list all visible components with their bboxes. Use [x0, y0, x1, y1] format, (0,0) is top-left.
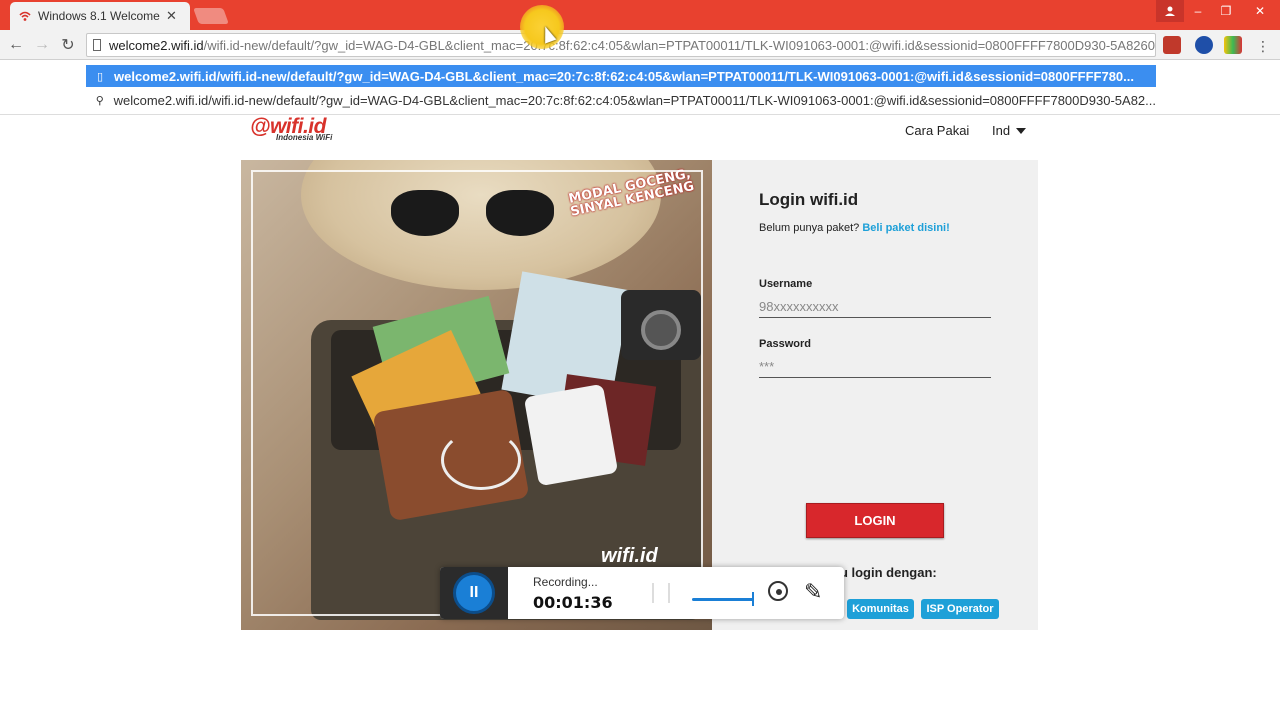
logo-subtitle: Indonesia WiFi: [276, 133, 333, 142]
extension-globe-icon[interactable]: [1195, 36, 1213, 54]
close-window-button[interactable]: ✕: [1240, 0, 1280, 22]
webpage: @wifi.id Indonesia WiFi Cara Pakai Ind M…: [0, 115, 1280, 720]
screen-recorder-toolbar: II Recording... 00:01:36 ✎: [440, 567, 844, 619]
password-input[interactable]: ***: [759, 356, 991, 378]
suggestion-text: welcome2.wifi.id/wifi.id-new/default/?gw…: [113, 92, 1156, 108]
nav-cara-pakai[interactable]: Cara Pakai: [905, 123, 969, 138]
wifi-favicon-icon: [18, 9, 32, 23]
volume-slider[interactable]: [692, 598, 754, 601]
page-icon: ▯: [96, 70, 104, 83]
omnibox-suggestions: ▯ welcome2.wifi.id/wifi.id-new/default/?…: [0, 61, 1280, 115]
recording-timer: 00:01:36: [533, 593, 613, 612]
new-tab-button[interactable]: [193, 8, 229, 24]
chevron-down-icon: [1016, 127, 1027, 134]
community-login-button[interactable]: Komunitas: [847, 599, 914, 619]
login-title: Login wifi.id: [759, 190, 859, 209]
browser-toolbar: ← → ↻ welcome2.wifi.id/wifi.id-new/defau…: [0, 30, 1280, 60]
url-path: /wifi.id-new/default/?gw_id=WAG-D4-GBL&c…: [203, 37, 1155, 53]
username-input[interactable]: 98xxxxxxxxxx: [759, 296, 991, 318]
password-label: Password: [759, 338, 811, 350]
pen-icon[interactable]: ✎: [804, 579, 822, 605]
promo-photo: MODAL GOCENG, SINYAL KENCENG wifi.id: [241, 160, 712, 630]
recorder-pause-area: II: [440, 567, 508, 619]
window-controls: – ❐ ✕: [1156, 0, 1280, 22]
login-card: MODAL GOCENG, SINYAL KENCENG wifi.id Log…: [241, 160, 1038, 630]
user-profile-icon[interactable]: [1156, 0, 1184, 22]
webcam-icon[interactable]: [768, 581, 788, 601]
reload-icon[interactable]: ↻: [58, 35, 78, 55]
language-label: Ind: [992, 123, 1011, 138]
suggestion-text: welcome2.wifi.id/wifi.id-new/default/?gw…: [114, 68, 1134, 84]
isp-operator-login-button[interactable]: ISP Operator: [921, 599, 999, 619]
login-button[interactable]: LOGIN: [806, 503, 944, 538]
back-arrow-icon[interactable]: ←: [6, 35, 26, 55]
tab-close-icon[interactable]: ✕: [166, 8, 177, 24]
wifi-id-logo[interactable]: @wifi.id Indonesia WiFi: [250, 115, 360, 145]
login-subtitle: Belum punya paket? Beli paket disini!: [759, 222, 1019, 234]
url-host: welcome2.wifi.id: [108, 37, 204, 53]
address-bar[interactable]: welcome2.wifi.id/wifi.id-new/default/?gw…: [86, 33, 1156, 57]
page-info-icon[interactable]: [93, 39, 101, 51]
drag-handle-icon[interactable]: [652, 583, 670, 603]
search-icon: ⚲: [95, 94, 104, 107]
tab-title: Windows 8.1 Welcome P: [38, 9, 160, 23]
restore-button[interactable]: ❐: [1212, 0, 1240, 22]
buy-package-link[interactable]: Beli paket disini!: [862, 222, 949, 234]
browser-tab[interactable]: Windows 8.1 Welcome P ✕: [10, 2, 190, 30]
browser-titlebar: Windows 8.1 Welcome P ✕ – ❐ ✕: [0, 0, 1280, 30]
photo-frame: [251, 170, 703, 616]
browser-menu-icon[interactable]: ⋮: [1256, 38, 1270, 55]
recording-status: Recording...: [533, 575, 598, 589]
suggestion-item[interactable]: ⚲ welcome2.wifi.id/wifi.id-new/default/?…: [86, 89, 1156, 111]
username-field: Username 98xxxxxxxxxx: [759, 278, 991, 318]
password-field: Password ***: [759, 338, 991, 378]
minimize-button[interactable]: –: [1184, 0, 1212, 22]
username-label: Username: [759, 278, 813, 290]
pause-button[interactable]: II: [453, 572, 495, 614]
extension-v-icon[interactable]: [1224, 36, 1242, 54]
extension-group-icon[interactable]: [1163, 36, 1181, 54]
forward-arrow-icon[interactable]: →: [32, 35, 52, 55]
login-form: Login wifi.id Belum punya paket? Beli pa…: [759, 190, 1019, 619]
suggestion-item[interactable]: ▯ welcome2.wifi.id/wifi.id-new/default/?…: [86, 65, 1156, 87]
volume-slider-thumb[interactable]: [752, 592, 754, 606]
language-selector[interactable]: Ind: [992, 123, 1027, 138]
login-sub-prefix: Belum punya paket?: [759, 222, 860, 234]
